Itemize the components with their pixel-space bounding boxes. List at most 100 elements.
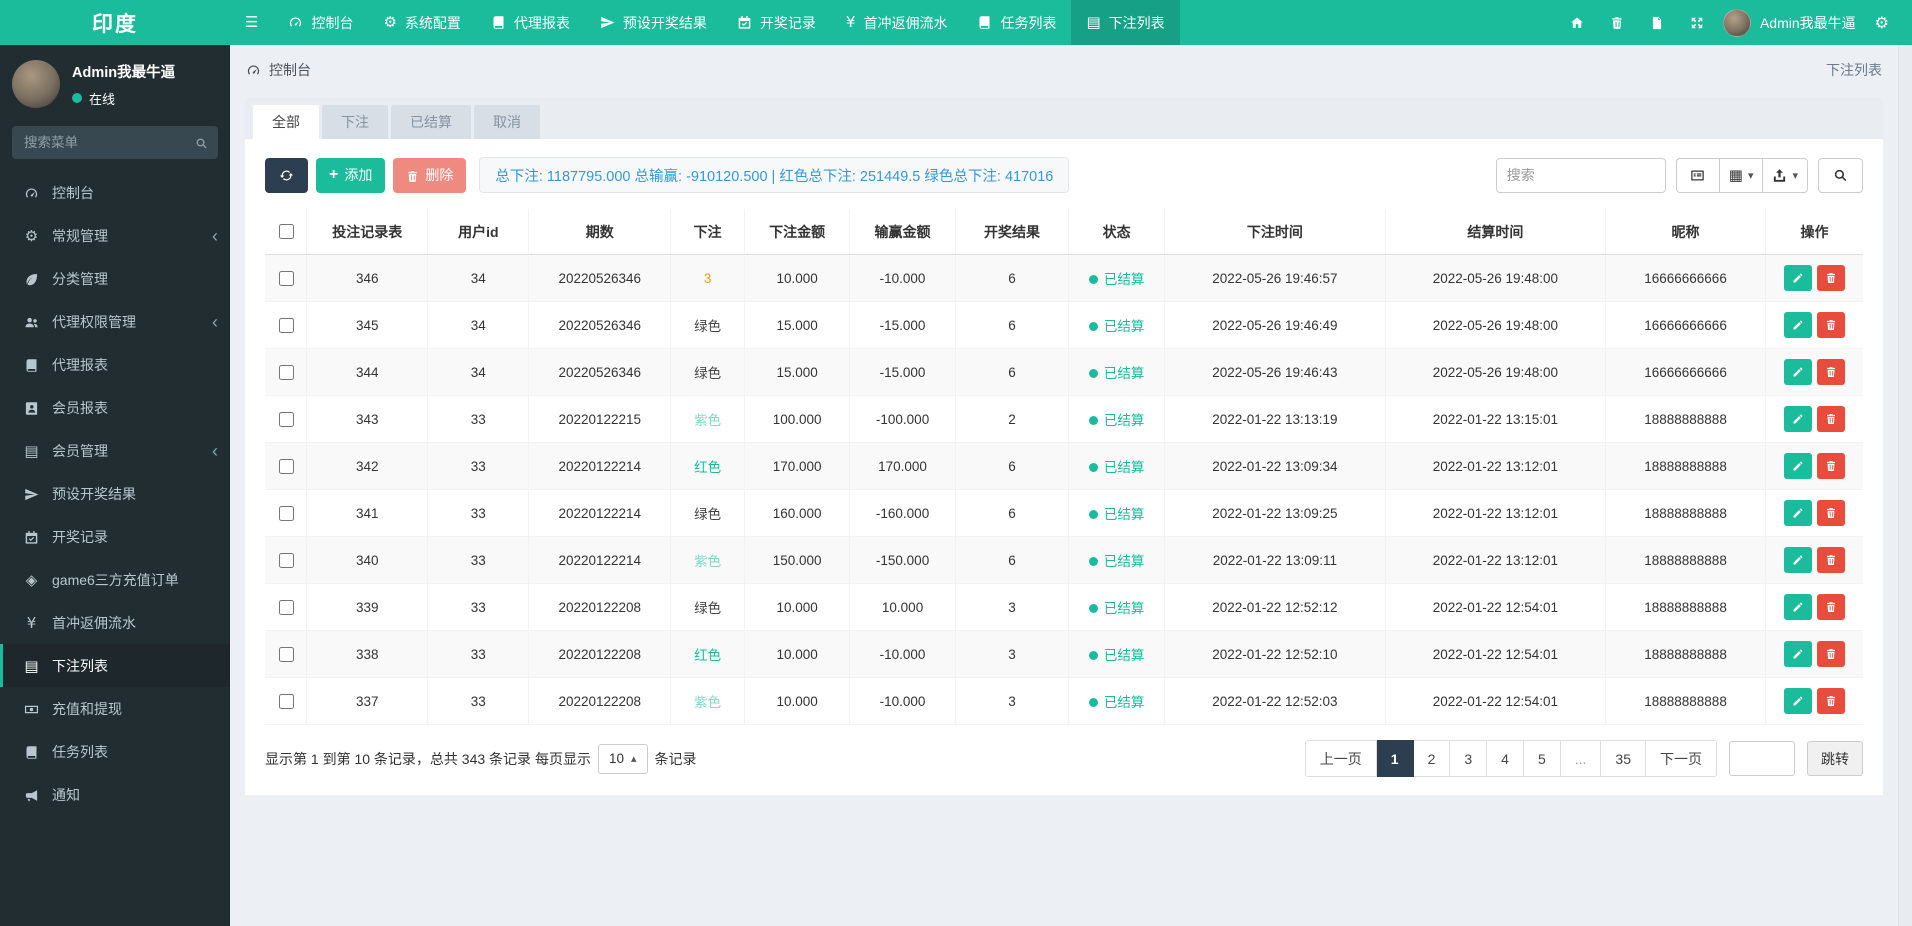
edit-row-button[interactable] <box>1783 641 1812 667</box>
page-size-dropdown[interactable]: 10 ▴ <box>597 743 648 774</box>
edit-row-button[interactable] <box>1783 500 1812 526</box>
tab-settled[interactable]: 已结算 <box>391 105 471 139</box>
delete-row-button[interactable] <box>1816 265 1845 291</box>
delete-row-button[interactable] <box>1816 688 1845 714</box>
table-search-input[interactable] <box>1495 157 1666 193</box>
nav-item-first-charge-rebate[interactable]: ¥ 首冲返佣流水 <box>831 0 963 45</box>
delete-button[interactable]: 删除 <box>393 157 467 193</box>
pagination-page-5[interactable]: 5 <box>1523 740 1561 777</box>
navbar-avatar[interactable] <box>1722 8 1751 37</box>
export-button[interactable]: ▾ <box>1762 157 1808 193</box>
row-checkbox[interactable] <box>278 599 294 615</box>
sidebar-item-general-management[interactable]: ⚙ 常规管理 ‹ <box>0 214 230 257</box>
delete-row-button[interactable] <box>1816 406 1845 432</box>
cell-checkbox <box>265 583 307 631</box>
sidebar-item-category-management[interactable]: 分类管理 <box>0 257 230 300</box>
row-checkbox[interactable] <box>278 552 294 568</box>
pagination-page-3[interactable]: 3 <box>1450 740 1488 777</box>
edit-row-button[interactable] <box>1783 265 1812 291</box>
columns-button[interactable]: ▦ ▾ <box>1718 157 1763 193</box>
menu-search-input[interactable] <box>12 126 218 159</box>
edit-row-button[interactable] <box>1783 688 1812 714</box>
nav-item-task-list[interactable]: 任务列表 <box>962 0 1071 45</box>
sidebar-item-dashboard[interactable]: 控制台 <box>0 171 230 214</box>
nav-item-sidebar-toggle[interactable]: ☰ <box>230 0 273 45</box>
row-checkbox[interactable] <box>278 646 294 662</box>
edit-row-button[interactable] <box>1783 406 1812 432</box>
detail-view-button[interactable] <box>1675 157 1719 193</box>
nav-item-system-config[interactable]: ⚙ 系统配置 <box>368 0 475 45</box>
sidebar-item-agent-report[interactable]: 代理报表 <box>0 343 230 386</box>
pagination-next[interactable]: 下一页 <box>1646 740 1717 777</box>
sidebar-item-preset-results[interactable]: 预设开奖结果 <box>0 472 230 515</box>
row-checkbox[interactable] <box>278 317 294 333</box>
sidebar-item-task-list[interactable]: 任务列表 <box>0 730 230 773</box>
delete-row-button[interactable] <box>1816 594 1845 620</box>
sidebar-item-member-report[interactable]: 会员报表 <box>0 386 230 429</box>
nav-item-draw-records[interactable]: 开奖记录 <box>722 0 831 45</box>
tab-bet[interactable]: 下注 <box>322 105 388 139</box>
tab-all[interactable]: 全部 <box>253 105 319 139</box>
jump-page-input[interactable] <box>1729 741 1795 776</box>
pagination-page-35[interactable]: 35 <box>1601 740 1646 777</box>
pagination-page-1[interactable]: 1 <box>1376 740 1414 777</box>
sidebar-item-label: 首冲返佣流水 <box>52 614 136 631</box>
pagination-prev[interactable]: 上一页 <box>1304 740 1377 777</box>
row-checkbox[interactable] <box>278 505 294 521</box>
sidebar-item-draw-records[interactable]: 开奖记录 <box>0 515 230 558</box>
sidebar-item-first-charge-rebate[interactable]: ¥ 首冲返佣流水 <box>0 601 230 644</box>
jump-button[interactable]: 跳转 <box>1807 741 1863 776</box>
trash-icon <box>406 167 419 183</box>
nav-item-dashboard[interactable]: 控制台 <box>273 0 368 45</box>
home-button[interactable] <box>1557 0 1597 45</box>
clear-trash-button[interactable] <box>1597 0 1637 45</box>
tab-bar: 全部 下注 已结算 取消 <box>245 98 1883 139</box>
pagination-page-4[interactable]: 4 <box>1487 740 1524 777</box>
pagination-page-2[interactable]: 2 <box>1413 740 1451 777</box>
nav-item-bet-list[interactable]: ▤ 下注列表 <box>1071 0 1180 45</box>
brand-logo[interactable]: 印度 <box>0 0 230 45</box>
edit-row-button[interactable] <box>1783 312 1812 338</box>
sidebar-item-recharge-withdraw[interactable]: 充值和提现 <box>0 687 230 730</box>
fullscreen-button[interactable] <box>1677 0 1717 45</box>
row-checkbox[interactable] <box>278 270 294 286</box>
search-button[interactable] <box>1818 157 1863 193</box>
sidebar-item-game6-recharge-orders[interactable]: ◈ game6三方充值订单 <box>0 558 230 601</box>
cell-record_id: 341 <box>306 489 428 537</box>
nav-item-agent-report[interactable]: 代理报表 <box>476 0 585 45</box>
delete-row-button[interactable] <box>1816 453 1845 479</box>
clear-cache-button[interactable] <box>1637 0 1677 45</box>
nav-item-preset-results[interactable]: 预设开奖结果 <box>585 0 722 45</box>
delete-row-button[interactable] <box>1816 641 1845 667</box>
delete-row-button[interactable] <box>1816 500 1845 526</box>
delete-row-button[interactable] <box>1816 359 1845 385</box>
edit-row-button[interactable] <box>1783 594 1812 620</box>
cell-user_id: 33 <box>427 442 529 490</box>
select-all-checkbox[interactable] <box>278 224 294 239</box>
refresh-button[interactable] <box>265 157 308 193</box>
sidebar-item-notification[interactable]: 通知 <box>0 773 230 816</box>
settings-button[interactable]: ⚙ <box>1862 0 1902 45</box>
row-checkbox[interactable] <box>278 458 294 474</box>
panel-footer: 显示第 1 到第 10 条记录，总共 343 条记录 每页显示 10 ▴ 条记录… <box>265 740 1863 777</box>
delete-row-button[interactable] <box>1816 312 1845 338</box>
sidebar-item-bet-list[interactable]: ▤ 下注列表 <box>0 644 230 687</box>
sidebar-item-member-management[interactable]: ▤ 会员管理 ‹ <box>0 429 230 472</box>
search-icon[interactable] <box>195 135 208 153</box>
edit-row-button[interactable] <box>1783 359 1812 385</box>
add-button[interactable]: + 添加 <box>316 157 386 193</box>
tab-cancel[interactable]: 取消 <box>474 105 540 139</box>
row-checkbox[interactable] <box>278 411 294 427</box>
row-checkbox[interactable] <box>278 693 294 709</box>
trash-icon <box>1825 601 1837 613</box>
row-checkbox[interactable] <box>278 364 294 380</box>
sidebar-item-agent-permission[interactable]: 代理权限管理 ‹ <box>0 300 230 343</box>
delete-row-button[interactable] <box>1816 547 1845 573</box>
breadcrumb[interactable]: 控制台 <box>246 60 311 80</box>
edit-row-button[interactable] <box>1783 547 1812 573</box>
cell-checkbox <box>265 301 307 349</box>
edit-row-button[interactable] <box>1783 453 1812 479</box>
avatar[interactable] <box>12 60 60 108</box>
navbar-user-name[interactable]: Admin我最牛逼 <box>1760 13 1856 33</box>
page-scrollbar[interactable] <box>1898 45 1912 926</box>
